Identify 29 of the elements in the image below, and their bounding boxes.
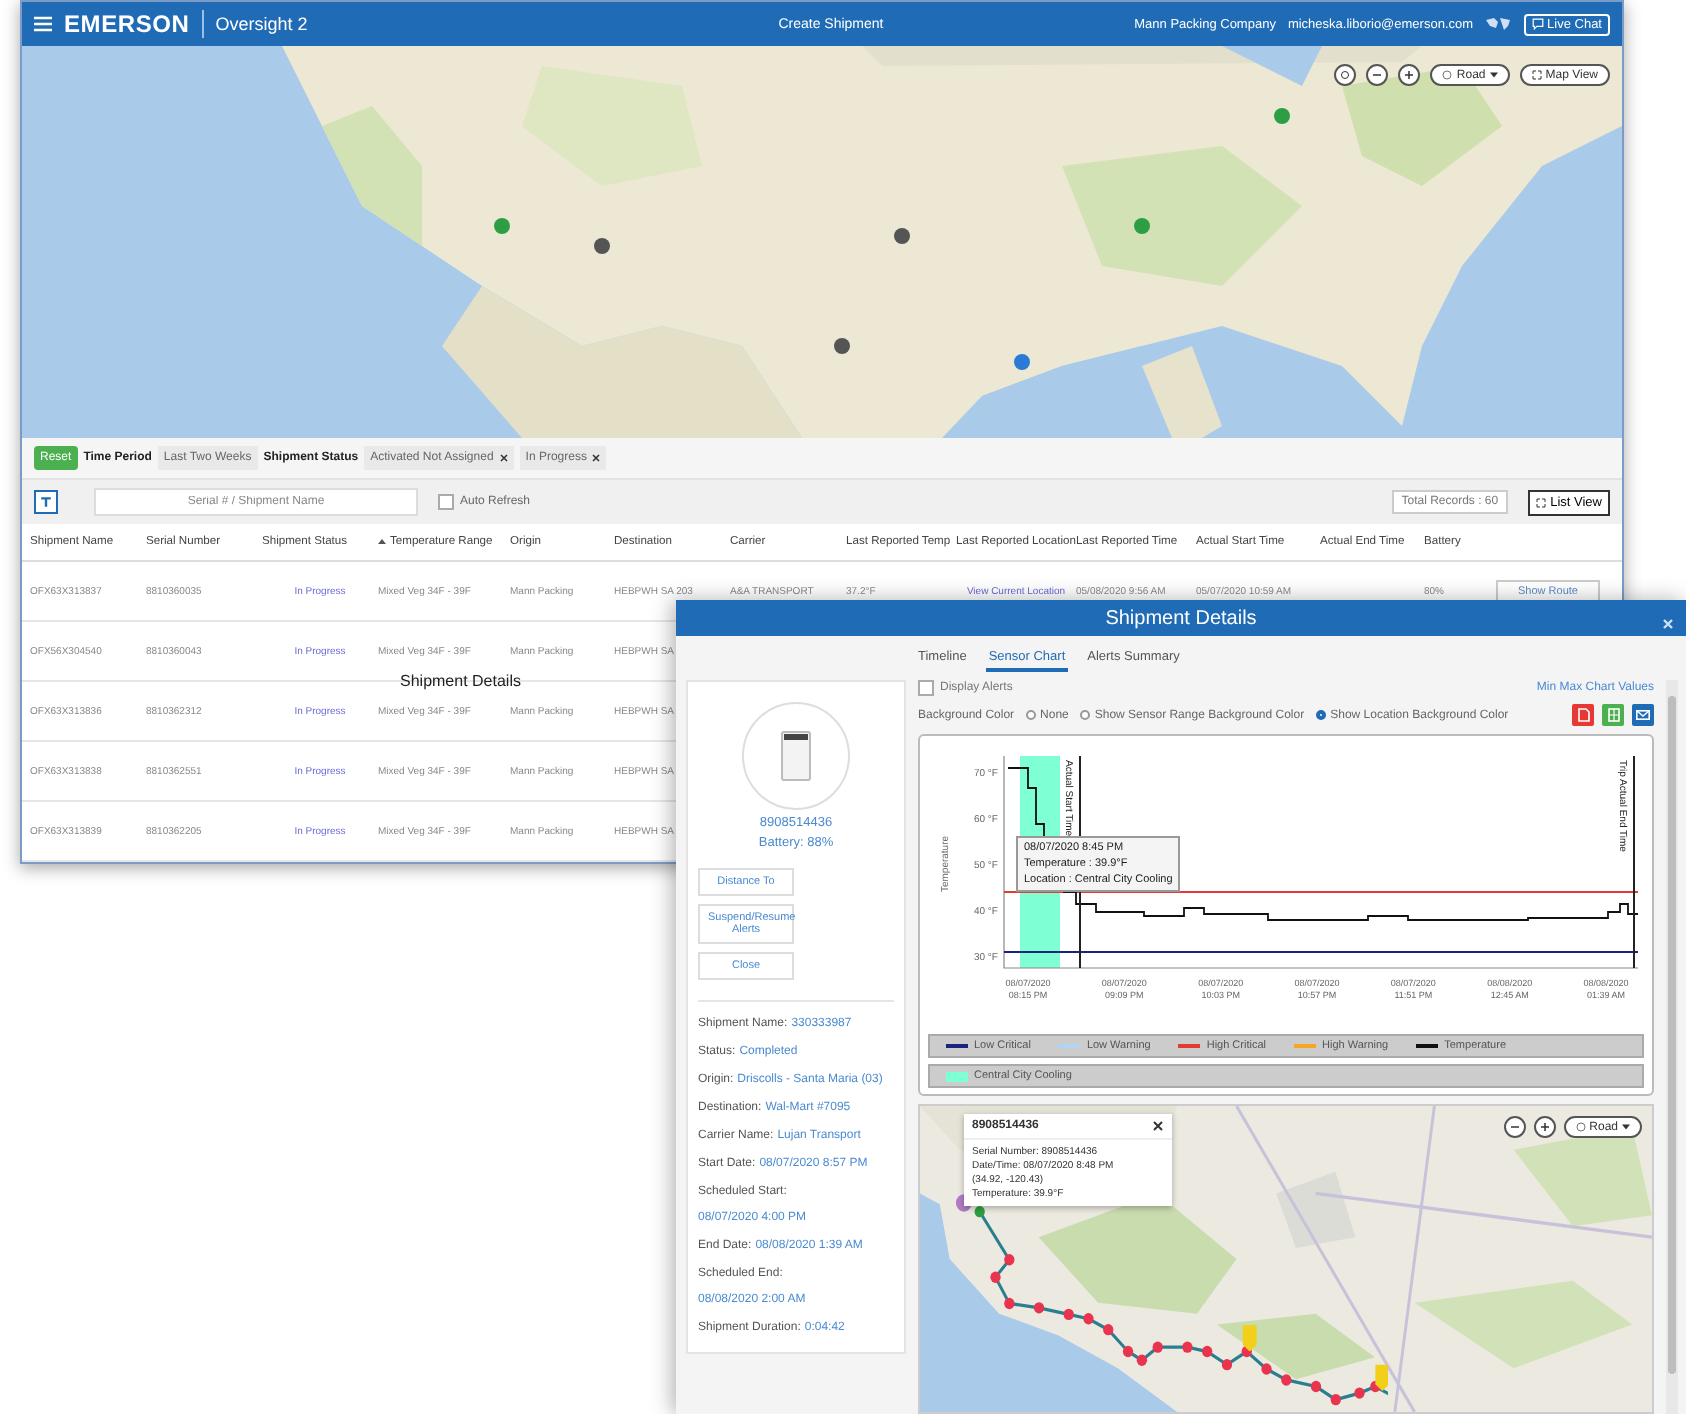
mail-icon[interactable] — [1632, 704, 1654, 726]
radio-button[interactable] — [1316, 710, 1327, 720]
minus-icon — [1372, 70, 1383, 80]
plus-icon — [1539, 1122, 1550, 1132]
logo: EMERSON — [64, 10, 190, 38]
filter-icon[interactable] — [34, 490, 58, 514]
floating-label: Shipment Details — [400, 672, 521, 690]
plus-icon — [1404, 70, 1415, 80]
close-icon[interactable] — [1152, 1120, 1164, 1132]
chat-icon — [1531, 18, 1544, 30]
minus-icon — [1509, 1122, 1520, 1132]
scrollbar[interactable] — [1666, 680, 1678, 1414]
pdf-icon[interactable] — [1572, 704, 1594, 726]
world-map-icon[interactable] — [1485, 16, 1512, 32]
dialog-title: Shipment Details — [1105, 607, 1257, 629]
radio-button[interactable] — [1026, 710, 1037, 720]
spreadsheet-icon[interactable] — [1602, 704, 1624, 726]
sensor-device-icon — [780, 730, 812, 782]
menu-icon[interactable] — [34, 16, 52, 32]
product-name: Oversight 2 — [215, 14, 308, 34]
expand-icon — [1531, 70, 1542, 80]
checkbox[interactable] — [438, 494, 454, 510]
remove-icon — [499, 454, 508, 462]
remove-icon — [592, 454, 601, 462]
caret-icon — [1489, 72, 1498, 78]
radio-button[interactable] — [1080, 710, 1091, 720]
checkbox[interactable] — [918, 680, 934, 696]
sort-icon — [378, 538, 386, 547]
expand-icon — [1536, 497, 1547, 507]
